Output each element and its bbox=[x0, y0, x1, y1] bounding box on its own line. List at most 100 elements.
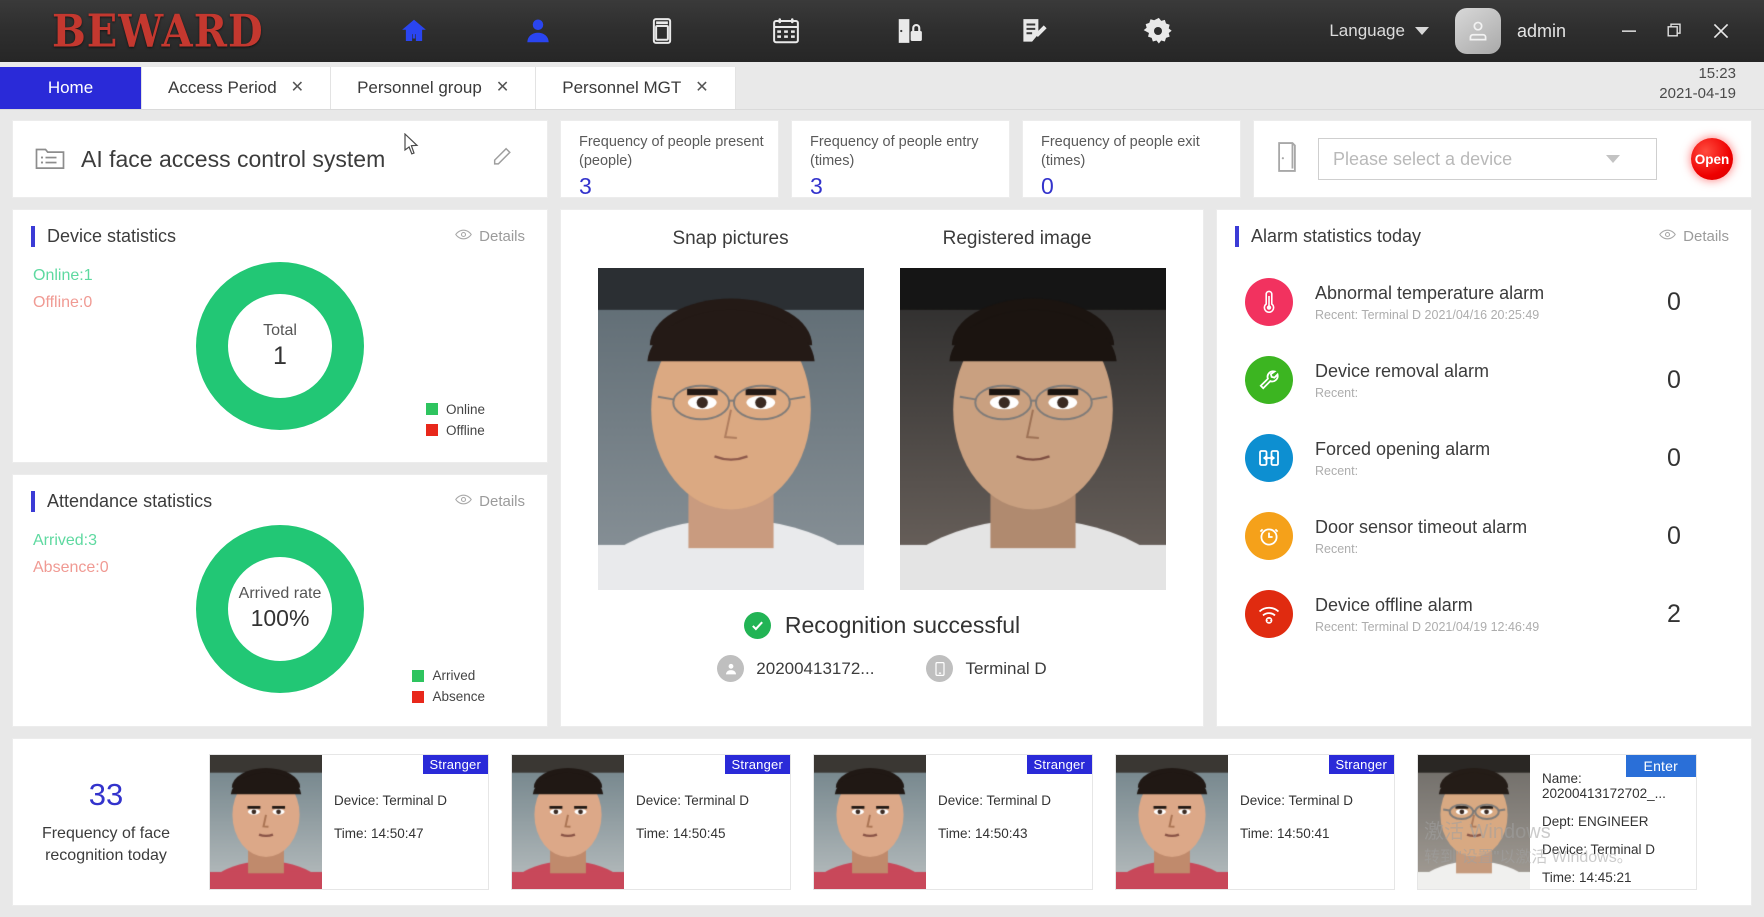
panel-title: Attendance statistics bbox=[47, 490, 213, 511]
recognition-status: Recognition successful bbox=[561, 612, 1203, 639]
alarm-row-forced-opening[interactable]: Forced opening alarm Recent: 0 bbox=[1217, 419, 1751, 497]
close-icon[interactable] bbox=[1698, 8, 1744, 54]
donut-center-label: Total bbox=[263, 321, 297, 339]
face-card[interactable]: Device: Terminal D Time: 14:50:41 Strang… bbox=[1115, 754, 1395, 890]
face-thumbnail bbox=[814, 755, 926, 889]
face-card-list: Device: Terminal D Time: 14:50:47 Strang… bbox=[199, 739, 1697, 905]
alarm-count: 0 bbox=[1667, 287, 1681, 316]
face-card-time: Time: 14:50:41 bbox=[1240, 826, 1330, 841]
face-card-device: Device: Terminal D bbox=[636, 793, 750, 808]
device-donut-chart: Total 1 bbox=[196, 262, 364, 430]
chevron-down-icon bbox=[1414, 27, 1429, 35]
check-circle-icon bbox=[743, 612, 771, 639]
tab-label: Personnel group bbox=[357, 78, 482, 97]
device-select[interactable]: Please select a device bbox=[1318, 138, 1657, 180]
forced-door-icon bbox=[1245, 434, 1293, 482]
attendance-statistics-details-link[interactable]: Details bbox=[455, 493, 525, 510]
nav-person-icon[interactable] bbox=[476, 0, 600, 62]
alarm-row-door-timeout[interactable]: Door sensor timeout alarm Recent: 0 bbox=[1217, 497, 1751, 575]
tab-label: Access Period bbox=[168, 78, 277, 97]
face-card-dept: Dept: ENGINEER bbox=[1542, 814, 1649, 829]
nav-device-terminal-icon[interactable] bbox=[600, 0, 724, 62]
tab-label: Home bbox=[47, 78, 94, 97]
alarm-text: Abnormal temperature alarm Recent: Termi… bbox=[1315, 283, 1667, 322]
snap-pictures-heading: Snap pictures bbox=[672, 228, 789, 249]
alarm-row-device-offline[interactable]: Device offline alarm Recent: Terminal D … bbox=[1217, 575, 1751, 653]
legend-item: Absence bbox=[412, 689, 485, 704]
pencil-icon[interactable] bbox=[491, 146, 513, 173]
alarm-text: Door sensor timeout alarm Recent: bbox=[1315, 517, 1667, 556]
list-folder-icon bbox=[35, 144, 65, 175]
nav-calendar-icon[interactable] bbox=[724, 0, 848, 62]
donut-ring: Total 1 bbox=[196, 262, 364, 430]
face-recognition-feed: 33 Frequency of face recognition today D… bbox=[12, 738, 1752, 906]
face-card-info: Device: Terminal D Time: 14:50:47 bbox=[322, 755, 488, 889]
clock: 15:23 2021-04-19 bbox=[1659, 64, 1736, 104]
alarm-row-device-removal[interactable]: Device removal alarm Recent: 0 bbox=[1217, 341, 1751, 419]
wifi-off-icon bbox=[1245, 590, 1293, 638]
device-statistics-details-link[interactable]: Details bbox=[455, 228, 525, 245]
alarm-details-link[interactable]: Details bbox=[1659, 228, 1729, 245]
nav-door-lock-icon[interactable] bbox=[848, 0, 972, 62]
nav-gear-icon[interactable] bbox=[1096, 0, 1220, 62]
tab-home[interactable]: Home bbox=[0, 67, 142, 109]
registered-image[interactable] bbox=[900, 268, 1166, 590]
device-legend: Online Offline bbox=[425, 402, 485, 444]
nav-report-edit-icon[interactable] bbox=[972, 0, 1096, 62]
tab-close-icon[interactable]: ✕ bbox=[496, 80, 509, 96]
face-card-time: Time: 14:50:43 bbox=[938, 826, 1028, 841]
donut-center-value: 100% bbox=[250, 605, 310, 631]
alarm-list: Abnormal temperature alarm Recent: Termi… bbox=[1217, 263, 1751, 653]
face-card[interactable]: Device: Terminal D Time: 14:50:43 Strang… bbox=[813, 754, 1093, 890]
minimize-icon[interactable] bbox=[1606, 8, 1652, 54]
open-door-button[interactable]: Open bbox=[1691, 138, 1733, 180]
alarm-title: Forced opening alarm bbox=[1315, 438, 1491, 459]
image-row bbox=[561, 268, 1203, 590]
panel-title: Alarm statistics today bbox=[1251, 226, 1422, 246]
donut-center: Arrived rate 100% bbox=[228, 556, 332, 661]
face-card[interactable]: Device: Terminal D Time: 14:50:45 Strang… bbox=[511, 754, 791, 890]
username-label: admin bbox=[1516, 20, 1566, 41]
alarm-count: 0 bbox=[1667, 365, 1681, 394]
avatar[interactable] bbox=[1454, 8, 1501, 54]
donut-center: Total 1 bbox=[228, 294, 332, 398]
thermometer-icon bbox=[1245, 278, 1293, 326]
main-content: AI face access control system Frequency … bbox=[0, 110, 1764, 906]
door-icon bbox=[1272, 140, 1302, 179]
stat-value: 3 bbox=[579, 173, 592, 199]
donut-center-value: 1 bbox=[273, 341, 287, 370]
alarm-count: 0 bbox=[1667, 443, 1681, 472]
clock-date: 2021-04-19 bbox=[1659, 85, 1736, 102]
tab-close-icon[interactable]: ✕ bbox=[291, 80, 304, 96]
panel-title: Device statistics bbox=[47, 226, 177, 246]
accent-bar bbox=[31, 490, 35, 512]
device-name: Terminal D bbox=[965, 658, 1047, 678]
eye-icon bbox=[455, 228, 473, 245]
clock-alarm-icon bbox=[1245, 512, 1293, 560]
person-id: 20200413172... bbox=[756, 658, 875, 678]
nav-home-icon[interactable] bbox=[352, 0, 476, 62]
alarm-statistics-panel: Alarm statistics today Details Abnormal … bbox=[1216, 209, 1752, 727]
legend-label: Offline bbox=[445, 422, 485, 438]
language-selector[interactable]: Language bbox=[1329, 21, 1429, 41]
face-card-time: Time: 14:50:45 bbox=[636, 826, 726, 841]
tab-personnel-group[interactable]: Personnel group ✕ bbox=[331, 67, 537, 109]
stat-label: Frequency of people present (people) bbox=[579, 134, 764, 169]
legend-swatch-online bbox=[425, 403, 438, 415]
alarm-row-temperature[interactable]: Abnormal temperature alarm Recent: Termi… bbox=[1217, 263, 1751, 341]
page-title: AI face access control system bbox=[81, 145, 386, 172]
snap-picture[interactable] bbox=[598, 268, 864, 590]
face-card[interactable]: Name: 20200413172702_... Dept: ENGINEER … bbox=[1417, 754, 1697, 890]
tab-personnel-mgt[interactable]: Personnel MGT ✕ bbox=[536, 67, 736, 109]
status-badge: Stranger bbox=[724, 755, 790, 774]
restore-icon[interactable] bbox=[1652, 8, 1698, 54]
dashboard-row: Device statistics Details Online:1 Offli… bbox=[12, 209, 1752, 727]
alarm-text: Device offline alarm Recent: Terminal D … bbox=[1315, 595, 1667, 634]
absence-count: Absence:0 bbox=[33, 558, 109, 576]
tab-access-period[interactable]: Access Period ✕ bbox=[142, 67, 332, 109]
face-card[interactable]: Device: Terminal D Time: 14:50:47 Strang… bbox=[209, 754, 489, 890]
tab-close-icon[interactable]: ✕ bbox=[695, 80, 708, 96]
tab-bar: Home Access Period ✕ Personnel group ✕ P… bbox=[0, 62, 1764, 110]
details-label: Details bbox=[479, 492, 525, 510]
stat-card-exit: Frequency of people exit (times) 0 bbox=[1022, 120, 1241, 199]
